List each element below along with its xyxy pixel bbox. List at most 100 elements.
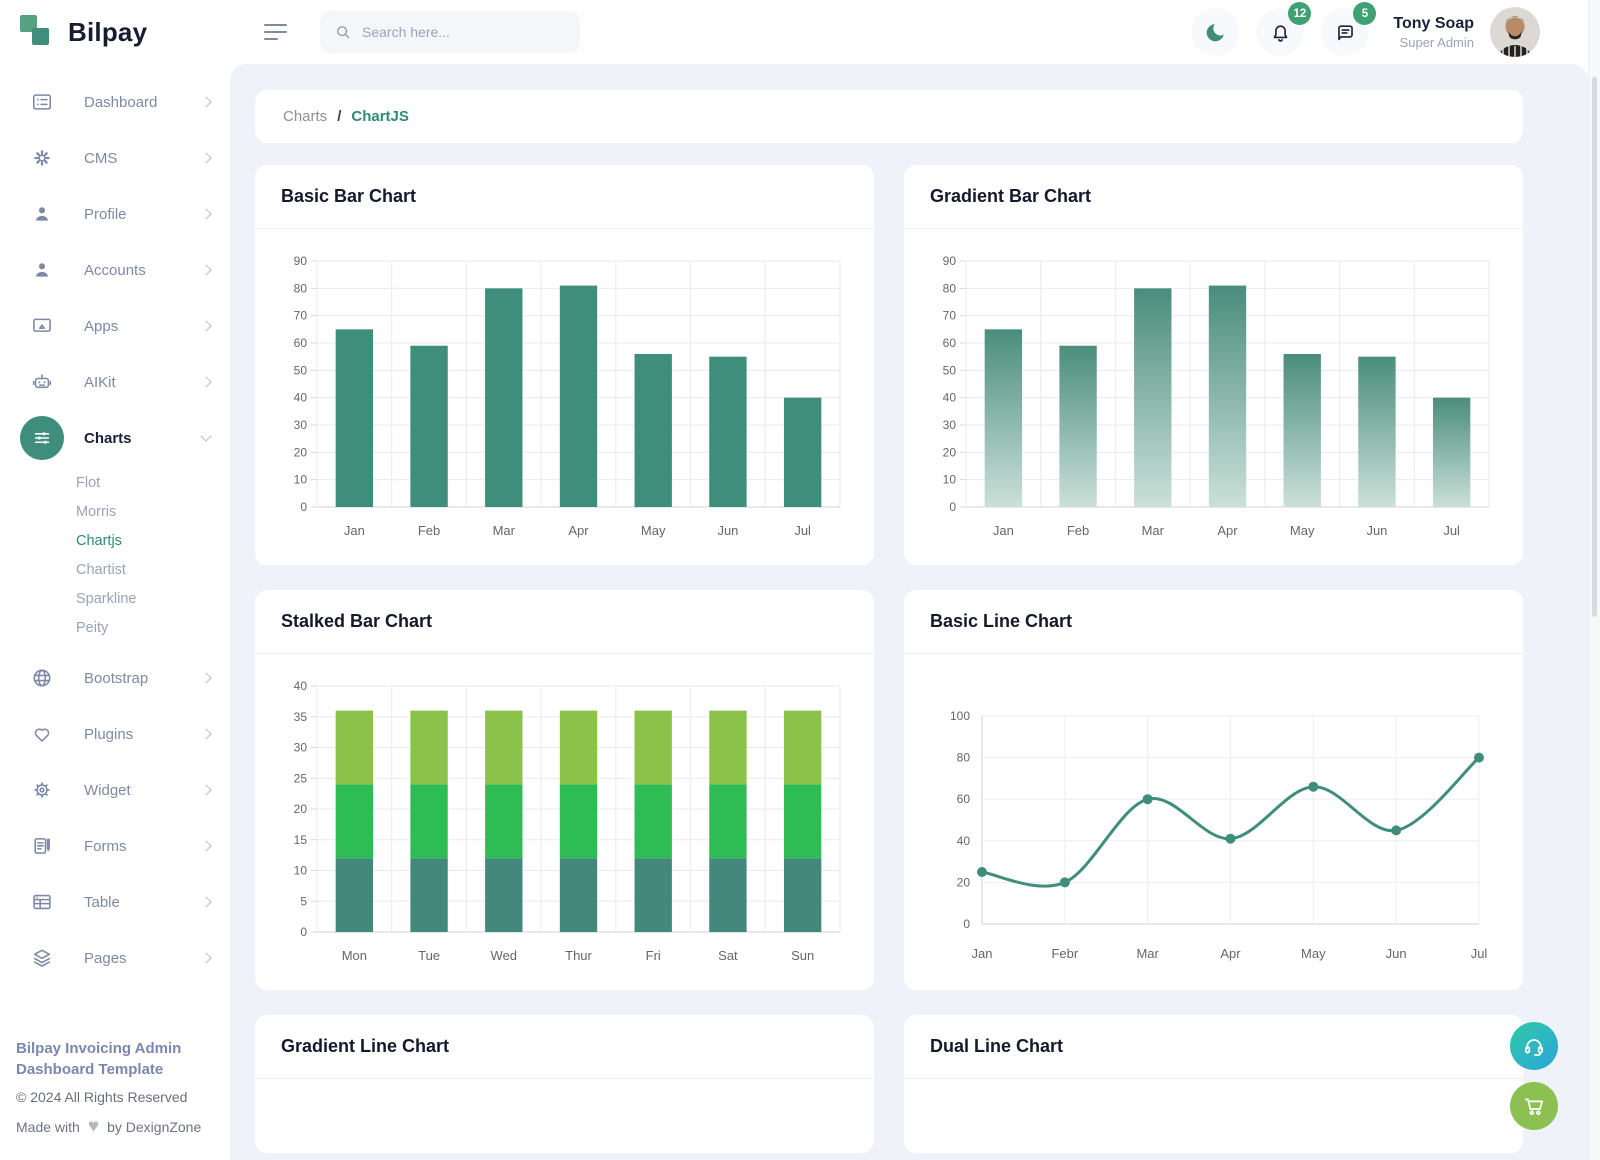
- svg-text:80: 80: [957, 751, 971, 765]
- card-stalked-bar-chart: Stalked Bar Chart 0510152025303540MonTue…: [255, 590, 874, 990]
- sidebar-item-label: Accounts: [84, 262, 202, 279]
- user-icon: [20, 192, 64, 236]
- scrollbar-thumb[interactable]: [1592, 77, 1597, 617]
- layers-icon: [20, 936, 64, 980]
- sidebar-item-label: Apps: [84, 318, 202, 335]
- svg-text:90: 90: [943, 254, 957, 268]
- submenu-item-peity[interactable]: Peity: [0, 613, 230, 642]
- sidebar-item-aikit[interactable]: AIKit: [0, 354, 230, 410]
- heart-icon: [20, 712, 64, 756]
- svg-text:50: 50: [943, 363, 957, 377]
- svg-text:100: 100: [950, 709, 970, 723]
- sidebar: Bilpay Dashboard CMS Profile Accounts Apps AI…: [0, 0, 230, 1160]
- chevron-right-icon: [200, 320, 211, 331]
- messages-button[interactable]: 5: [1321, 8, 1369, 56]
- svg-text:80: 80: [943, 281, 957, 295]
- stacked-bar-chart: 0510152025303540MonTueWedThurFriSatSun: [275, 670, 854, 970]
- sidebar-submenu-charts: FlotMorrisChartjsChartistSparklinePeity: [0, 466, 230, 650]
- svg-text:Jul: Jul: [1471, 946, 1488, 961]
- svg-text:10: 10: [294, 864, 308, 878]
- chevron-down-icon: [200, 430, 211, 441]
- brand-logo[interactable]: Bilpay: [0, 0, 230, 64]
- chevron-right-icon: [200, 672, 211, 683]
- submenu-item-flot[interactable]: Flot: [0, 468, 230, 497]
- cart-icon: [1522, 1094, 1546, 1118]
- sidebar-item-label: AIKit: [84, 374, 202, 391]
- sidebar-footer-title: Bilpay Invoicing Admin Dashboard Templat…: [16, 1038, 214, 1082]
- topbar: 12 5 Tony Soap Super Admin: [230, 0, 1588, 64]
- svg-text:0: 0: [300, 500, 307, 514]
- svg-text:60: 60: [294, 336, 308, 350]
- scrollbar-track[interactable]: [1588, 0, 1600, 1160]
- svg-text:10: 10: [294, 473, 308, 487]
- sidebar-item-accounts[interactable]: Accounts: [0, 242, 230, 298]
- headset-icon: [1522, 1034, 1546, 1058]
- svg-text:Feb: Feb: [1067, 523, 1089, 538]
- sidebar-item-label: Charts: [84, 430, 202, 447]
- forms-icon: [20, 824, 64, 868]
- svg-text:Jul: Jul: [1443, 523, 1460, 538]
- sidebar-item-table[interactable]: Table: [0, 874, 230, 930]
- notifications-button[interactable]: 12: [1256, 8, 1304, 56]
- svg-text:Sun: Sun: [791, 948, 814, 963]
- sidebar-item-label: Forms: [84, 838, 202, 855]
- svg-text:30: 30: [294, 418, 308, 432]
- brand-name: Bilpay: [68, 17, 147, 48]
- svg-text:Sat: Sat: [718, 948, 738, 963]
- sidebar-item-apps[interactable]: Apps: [0, 298, 230, 354]
- heart-icon: ♥: [88, 1117, 99, 1136]
- hamburger-menu-icon[interactable]: [264, 19, 290, 45]
- svg-text:80: 80: [294, 281, 308, 295]
- support-button[interactable]: [1510, 1022, 1558, 1070]
- made-by-text: by DexignZone: [107, 1119, 201, 1135]
- sidebar-item-profile[interactable]: Profile: [0, 186, 230, 242]
- svg-text:Jun: Jun: [1366, 523, 1387, 538]
- svg-text:40: 40: [294, 679, 308, 693]
- svg-text:Mon: Mon: [342, 948, 367, 963]
- submenu-item-sparkline[interactable]: Sparkline: [0, 584, 230, 613]
- sidebar-item-plugins[interactable]: Plugins: [0, 706, 230, 762]
- sidebar-item-pages[interactable]: Pages: [0, 930, 230, 986]
- svg-text:60: 60: [943, 336, 957, 350]
- svg-text:20: 20: [294, 802, 308, 816]
- svg-text:Wed: Wed: [491, 948, 518, 963]
- svg-text:10: 10: [943, 473, 957, 487]
- user-menu[interactable]: Tony Soap Super Admin: [1393, 15, 1474, 50]
- svg-text:70: 70: [943, 309, 957, 323]
- svg-text:40: 40: [294, 391, 308, 405]
- submenu-item-chartist[interactable]: Chartist: [0, 555, 230, 584]
- sidebar-item-dashboard[interactable]: Dashboard: [0, 74, 230, 130]
- dark-mode-button[interactable]: [1191, 8, 1239, 56]
- breadcrumb-parent-link[interactable]: Charts: [283, 108, 327, 125]
- buy-now-button[interactable]: [1510, 1082, 1558, 1130]
- avatar[interactable]: [1490, 7, 1540, 57]
- screen-icon: [20, 304, 64, 348]
- sidebar-item-label: Profile: [84, 206, 202, 223]
- sidebar-item-label: Widget: [84, 782, 202, 799]
- sidebar-item-forms[interactable]: Forms: [0, 818, 230, 874]
- sidebar-item-widget[interactable]: Widget: [0, 762, 230, 818]
- svg-text:20: 20: [957, 875, 971, 889]
- sidebar-item-charts[interactable]: Charts: [0, 410, 230, 466]
- sidebar-item-cms[interactable]: CMS: [0, 130, 230, 186]
- search-input[interactable]: [362, 24, 566, 40]
- sidebar-item-label: CMS: [84, 150, 202, 167]
- search-icon: [334, 23, 352, 41]
- svg-text:0: 0: [949, 500, 956, 514]
- svg-text:May: May: [1290, 523, 1315, 538]
- svg-text:Mar: Mar: [493, 523, 516, 538]
- bell-icon: [1269, 21, 1292, 44]
- svg-text:Fri: Fri: [646, 948, 661, 963]
- submenu-item-chartjs[interactable]: Chartjs: [0, 526, 230, 555]
- submenu-item-morris[interactable]: Morris: [0, 497, 230, 526]
- chevron-right-icon: [200, 264, 211, 275]
- basic-bar-chart: 0102030405060708090JanFebMarAprMayJunJul: [275, 245, 854, 545]
- svg-text:Apr: Apr: [1217, 523, 1238, 538]
- sidebar-item-bootstrap[interactable]: Bootstrap: [0, 650, 230, 706]
- message-count-badge: 5: [1353, 2, 1376, 25]
- made-with-text: Made with: [16, 1119, 80, 1135]
- card-title: Dual Line Chart: [930, 1036, 1063, 1057]
- svg-text:30: 30: [943, 418, 957, 432]
- svg-text:30: 30: [294, 741, 308, 755]
- breadcrumb: Charts / ChartJS: [255, 90, 1523, 143]
